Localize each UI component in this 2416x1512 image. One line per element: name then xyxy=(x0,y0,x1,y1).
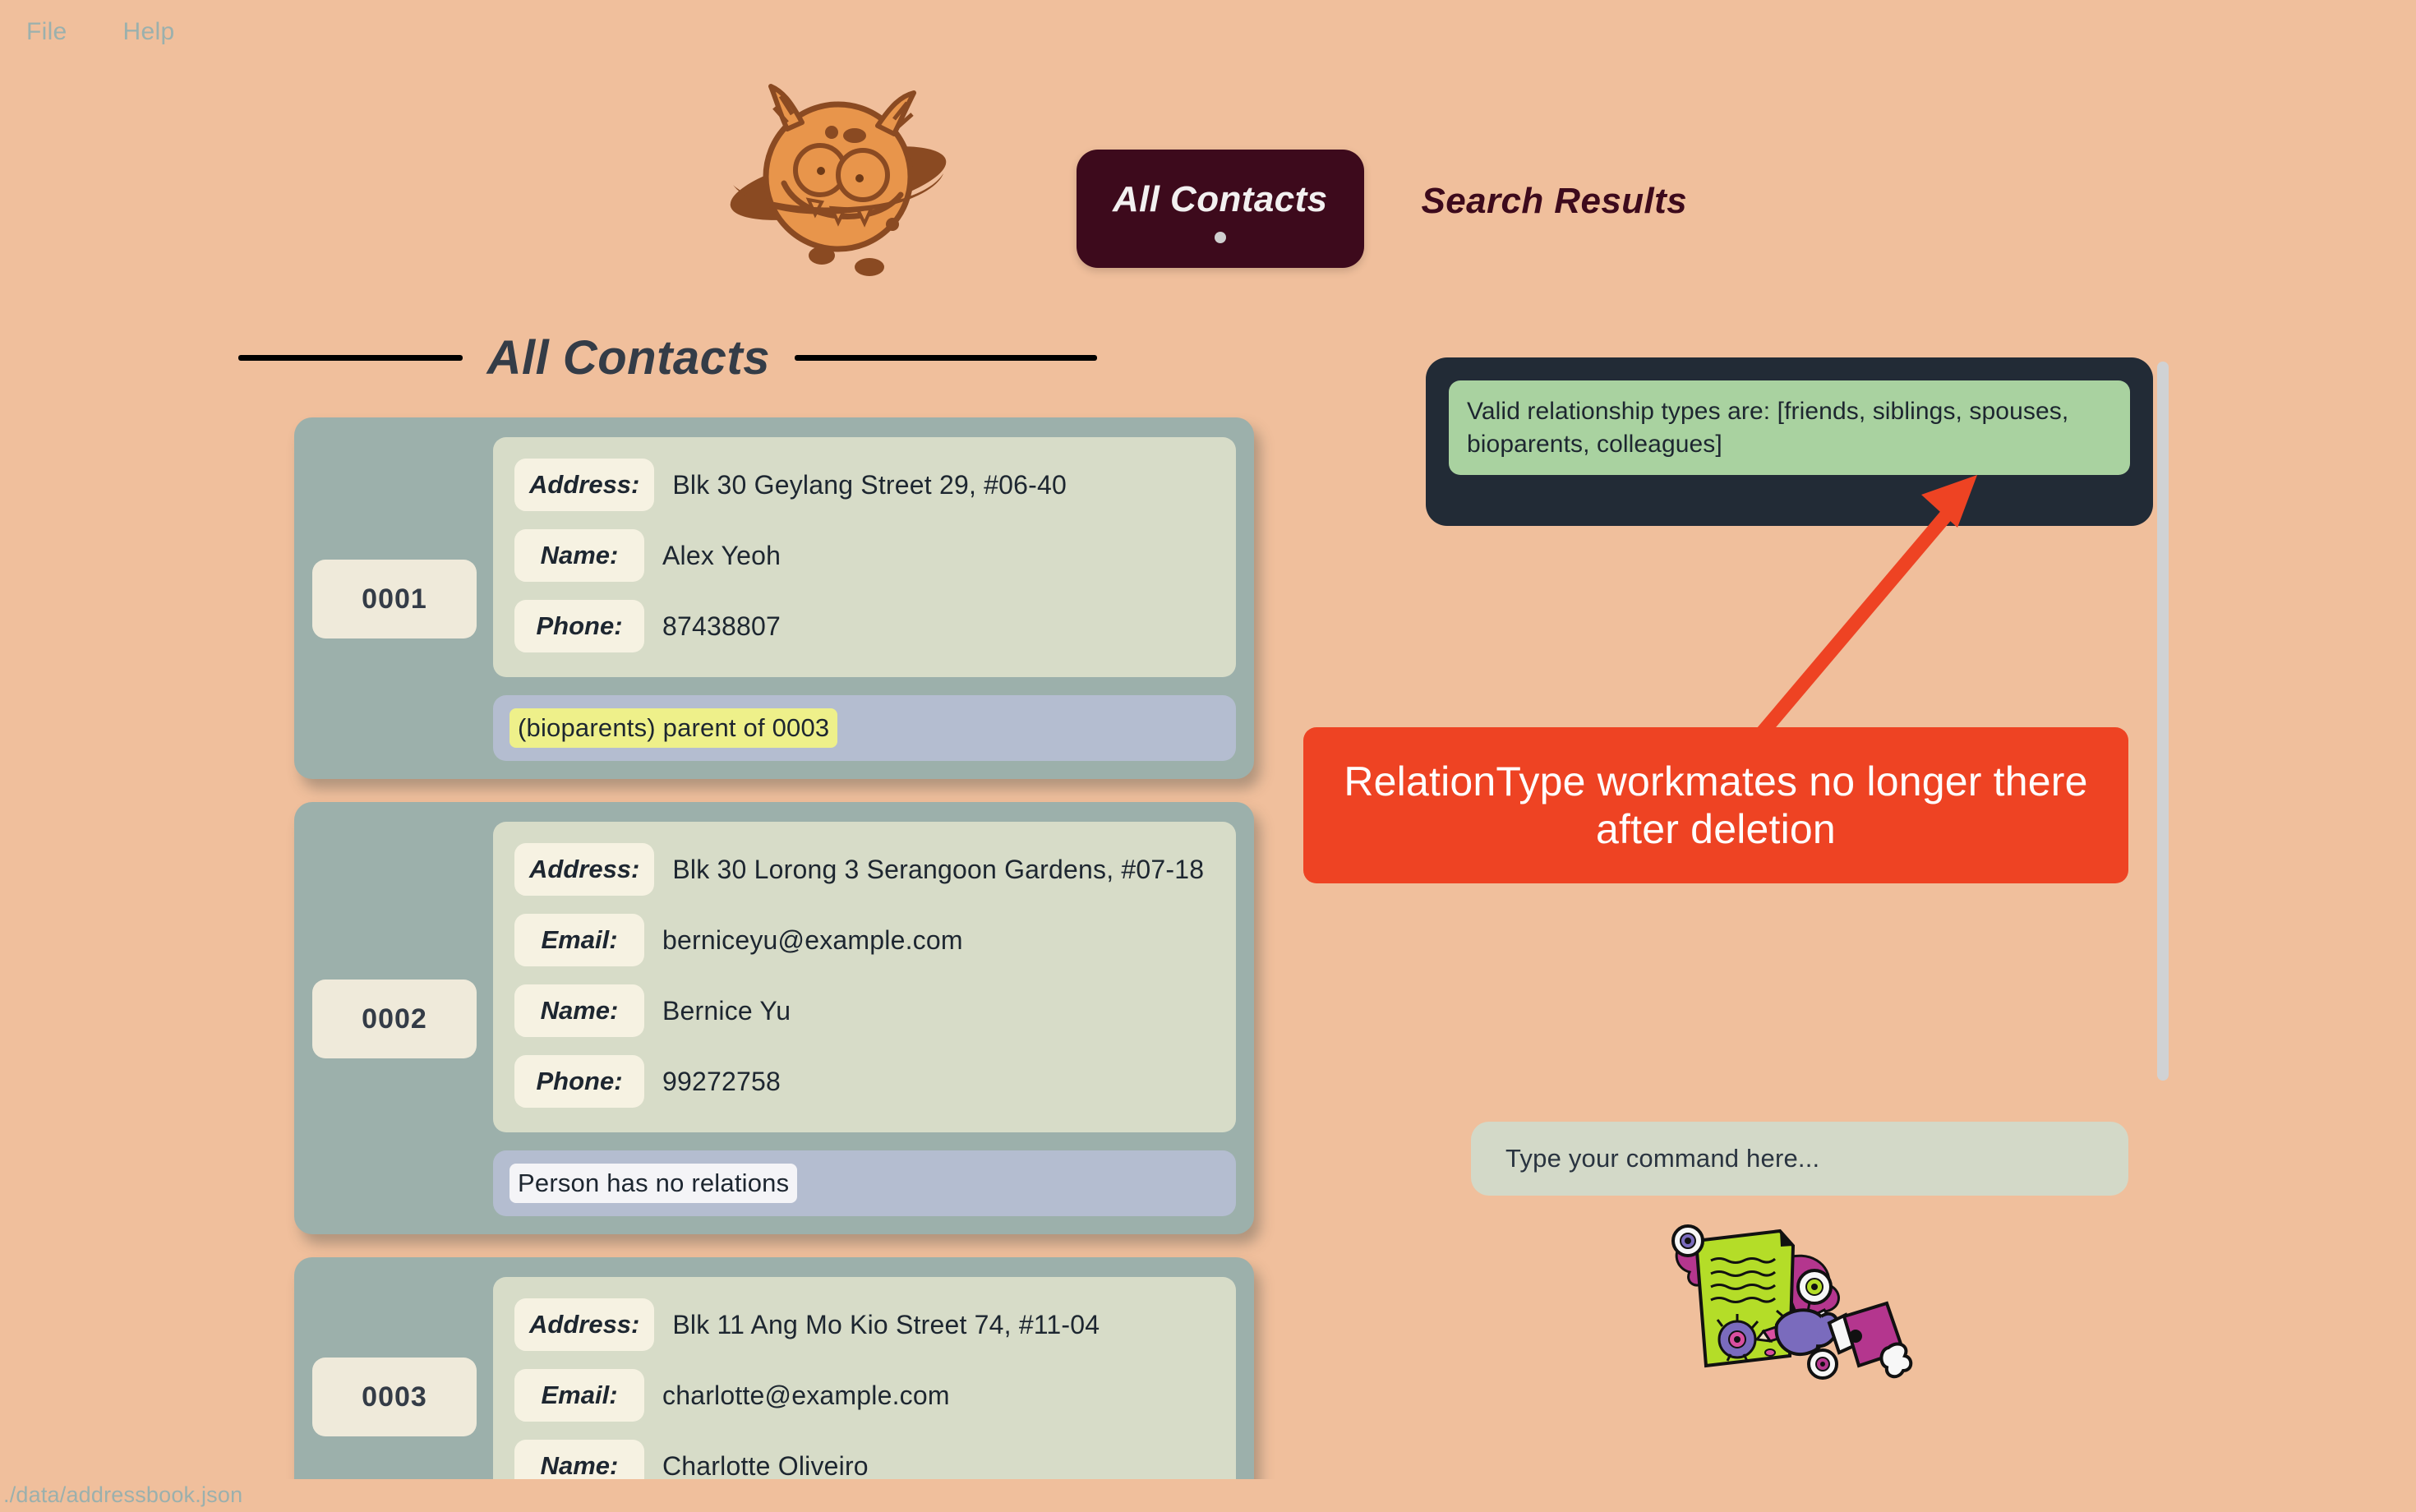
detail-value: Charlotte Oliveiro xyxy=(662,1450,869,1480)
heading-rule-right xyxy=(794,354,1097,361)
notepad-with-pencil-monster-illustration-icon xyxy=(1668,1224,1915,1389)
detail-row: Phone: 87438807 xyxy=(514,600,1215,652)
detail-row: Name: Alex Yeoh xyxy=(514,529,1215,582)
detail-label: Email: xyxy=(514,1369,644,1422)
contact-id-badge: 0002 xyxy=(312,980,477,1058)
contact-relations-panel: Person has no relations xyxy=(493,1150,1236,1216)
status-bar-file-path: ./data/addressbook.json xyxy=(3,1482,243,1507)
detail-value: Alex Yeoh xyxy=(662,540,782,570)
contact-details-panel: Address: Blk 30 Lorong 3 Serangoon Garde… xyxy=(493,822,1236,1132)
detail-label: Name: xyxy=(514,984,644,1037)
tab-all-contacts[interactable]: All Contacts xyxy=(1077,150,1364,268)
contact-details-panel: Address: Blk 30 Geylang Street 29, #06-4… xyxy=(493,437,1236,677)
menu-bar: File Help xyxy=(0,0,2416,64)
contact-details-panel: Address: Blk 11 Ang Mo Kio Street 74, #1… xyxy=(493,1277,1236,1479)
detail-value: Blk 30 Lorong 3 Serangoon Gardens, #07-1… xyxy=(672,854,1205,884)
tab-search-results[interactable]: Search Results xyxy=(1413,150,1696,222)
result-panel-scrollbar[interactable] xyxy=(2157,362,2169,1081)
detail-row: Phone: 99272758 xyxy=(514,1055,1215,1108)
contact-card[interactable]: 0003 Address: Blk 11 Ang Mo Kio Street 7… xyxy=(294,1257,1254,1479)
detail-label: Phone: xyxy=(514,600,644,652)
detail-value: charlotte@example.com xyxy=(662,1380,950,1410)
detail-value: 87438807 xyxy=(662,611,781,641)
page-title: All Contacts xyxy=(486,330,770,385)
annotation-callout-text: RelationType workmates no longer there a… xyxy=(1344,758,2088,852)
detail-label: Address: xyxy=(514,459,655,511)
red-arrow-pointing-up-right-icon xyxy=(1726,460,2022,756)
detail-row: Address: Blk 11 Ang Mo Kio Street 74, #1… xyxy=(514,1298,1215,1351)
menu-item-help[interactable]: Help xyxy=(115,15,183,49)
status-bar: ./data/addressbook.json xyxy=(0,1477,2416,1512)
contact-list-pane: All Contacts 0001 Address: Blk 30 Geylan… xyxy=(0,312,1331,1479)
menu-item-file[interactable]: File xyxy=(18,15,76,49)
detail-label: Address: xyxy=(514,1298,655,1351)
command-input-placeholder: Type your command here... xyxy=(1505,1144,1820,1173)
detail-value: Blk 11 Ang Mo Kio Street 74, #11-04 xyxy=(672,1309,1100,1339)
detail-row: Email: charlotte@example.com xyxy=(514,1369,1215,1422)
tab-bar: All Contacts Search Results xyxy=(1077,150,1695,268)
contact-card-body: Address: Blk 11 Ang Mo Kio Street 74, #1… xyxy=(493,1277,1236,1479)
contact-relations-panel: (bioparents) parent of 0003 xyxy=(493,695,1236,761)
tab-active-indicator-dot xyxy=(1214,232,1226,243)
detail-value: Bernice Yu xyxy=(662,995,791,1026)
contact-id-badge: 0003 xyxy=(312,1358,477,1436)
annotation-callout-box: RelationType workmates no longer there a… xyxy=(1303,727,2128,883)
detail-label: Name: xyxy=(514,529,644,582)
detail-row: Address: Blk 30 Geylang Street 29, #06-4… xyxy=(514,459,1215,511)
detail-value: Blk 30 Geylang Street 29, #06-40 xyxy=(672,469,1067,500)
tab-all-contacts-label: All Contacts xyxy=(1113,179,1328,219)
relation-chip: Person has no relations xyxy=(509,1164,798,1203)
monster-planet-logo-icon xyxy=(723,78,953,284)
detail-label: Phone: xyxy=(514,1055,644,1108)
detail-label: Address: xyxy=(514,843,655,896)
detail-label: Email: xyxy=(514,914,644,966)
contact-card-body: Address: Blk 30 Geylang Street 29, #06-4… xyxy=(493,437,1236,761)
detail-row: Email: berniceyu@example.com xyxy=(514,914,1215,966)
tab-search-results-label: Search Results xyxy=(1421,181,1688,221)
contact-card[interactable]: 0001 Address: Blk 30 Geylang Street 29, … xyxy=(294,417,1254,779)
detail-label: Name: xyxy=(514,1440,644,1479)
detail-value: 99272758 xyxy=(662,1066,781,1096)
contact-list[interactable]: 0001 Address: Blk 30 Geylang Street 29, … xyxy=(0,403,1331,1479)
detail-row: Address: Blk 30 Lorong 3 Serangoon Garde… xyxy=(514,843,1215,896)
heading-rule-left xyxy=(238,354,463,361)
command-input[interactable]: Type your command here... xyxy=(1471,1122,2128,1196)
contact-id-badge: 0001 xyxy=(312,560,477,638)
list-heading: All Contacts xyxy=(0,312,1331,403)
contact-card[interactable]: 0002 Address: Blk 30 Lorong 3 Serangoon … xyxy=(294,802,1254,1234)
detail-row: Name: Charlotte Oliveiro xyxy=(514,1440,1215,1479)
detail-row: Name: Bernice Yu xyxy=(514,984,1215,1037)
relation-chip: (bioparents) parent of 0003 xyxy=(509,708,838,748)
contact-card-body: Address: Blk 30 Lorong 3 Serangoon Garde… xyxy=(493,822,1236,1216)
detail-value: berniceyu@example.com xyxy=(662,924,963,955)
